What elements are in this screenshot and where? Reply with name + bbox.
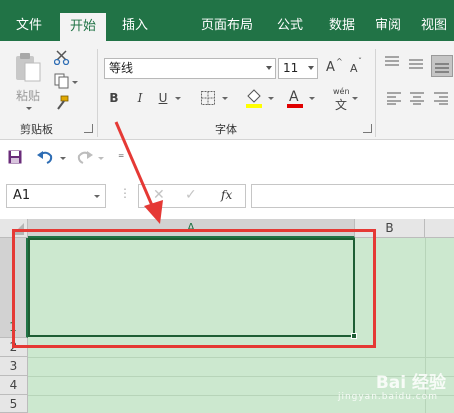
name-box-dropdown-icon[interactable] [94, 195, 100, 198]
tab-view[interactable]: 视图 [414, 11, 454, 41]
underline-button[interactable]: U [155, 89, 171, 107]
undo-dropdown-icon[interactable] [60, 157, 66, 160]
formula-input[interactable] [251, 184, 454, 208]
redo-icon[interactable] [76, 149, 94, 165]
caret-up-icon: ^ [336, 57, 343, 66]
align-top-icon[interactable] [384, 55, 400, 69]
ribbon-tab-bar: 文件 开始 插入 页面布局 公式 数据 审阅 视图 [0, 0, 454, 41]
underline-dropdown-icon[interactable] [175, 97, 181, 100]
shrink-font-button[interactable]: A [350, 62, 358, 75]
tab-page-layout[interactable]: 页面布局 [194, 11, 260, 41]
grow-font-button[interactable]: A [326, 60, 335, 75]
align-middle-icon[interactable] [408, 57, 424, 71]
font-name-combo[interactable]: 等线 [104, 58, 276, 79]
align-center-icon[interactable] [409, 91, 425, 105]
tab-insert[interactable]: 插入 [112, 11, 158, 41]
redo-dropdown-icon[interactable] [98, 157, 104, 160]
excel-window: 文件 开始 插入 页面布局 公式 数据 审阅 视图 粘贴 剪贴板 等线 11 A… [0, 0, 454, 413]
cut-icon[interactable] [54, 49, 70, 65]
quick-access-toolbar: ₌ [0, 141, 454, 173]
bold-button[interactable]: B [106, 89, 122, 107]
fill-color-icon[interactable] [244, 87, 264, 109]
save-icon[interactable] [8, 150, 22, 164]
tab-file[interactable]: 文件 [6, 11, 52, 41]
font-name-value: 等线 [109, 61, 134, 75]
copy-icon[interactable] [54, 73, 70, 89]
tab-review[interactable]: 审阅 [368, 11, 408, 41]
borders-dropdown-icon[interactable] [222, 97, 228, 100]
gridline [28, 357, 454, 358]
insert-function-button[interactable]: fx [221, 188, 232, 202]
font-group-label: 字体 [215, 123, 237, 136]
font-size-combo[interactable]: 11 [278, 58, 318, 79]
clipboard-group-label: 剪贴板 [20, 123, 53, 136]
name-box-value: A1 [13, 188, 31, 203]
watermark-brand: Bai 经验 [375, 373, 446, 393]
tab-home[interactable]: 开始 [60, 13, 106, 41]
enter-icon[interactable]: ✓ [185, 187, 197, 203]
undo-icon[interactable] [36, 149, 54, 165]
align-left-icon[interactable] [386, 91, 402, 105]
annotation-highlight-box [12, 229, 376, 348]
tab-data[interactable]: 数据 [322, 11, 362, 41]
row-header-3[interactable]: 3 [0, 357, 28, 376]
phonetic-guide-button[interactable]: 文 [335, 96, 347, 113]
svg-text:A: A [289, 89, 299, 105]
font-color-dropdown-icon[interactable] [309, 97, 315, 100]
paste-button-label[interactable]: 粘贴 [16, 87, 40, 104]
paste-dropdown-icon[interactable] [26, 107, 32, 110]
ribbon-home: 粘贴 剪贴板 等线 11 A ^ A ˇ B I U A wén 文 字体 [0, 41, 454, 140]
font-dialog-launcher[interactable] [363, 124, 372, 133]
align-right-icon[interactable] [433, 91, 449, 105]
paste-icon[interactable] [14, 51, 42, 83]
tab-formulas[interactable]: 公式 [270, 11, 310, 41]
phonetic-top-label: wén [333, 87, 350, 96]
fill-color-dropdown-icon[interactable] [268, 97, 274, 100]
align-bottom-icon [435, 63, 449, 73]
caret-down-icon: ˇ [358, 57, 362, 66]
row-header-5[interactable]: 5 [0, 395, 28, 413]
group-divider [375, 49, 376, 137]
row-header-4[interactable]: 4 [0, 376, 28, 395]
watermark-url: jingyan.baidu.com [337, 392, 438, 402]
chevron-down-icon [308, 66, 314, 70]
phonetic-dropdown-icon[interactable] [352, 97, 358, 100]
name-box[interactable]: A1 [6, 184, 106, 208]
font-color-icon[interactable]: A [285, 87, 305, 109]
borders-icon[interactable] [200, 90, 216, 106]
annotation-arrow-icon [114, 121, 163, 224]
font-size-value: 11 [283, 61, 299, 75]
format-painter-icon[interactable] [54, 95, 70, 111]
align-bottom-button[interactable] [431, 55, 453, 77]
copy-dropdown-icon[interactable] [72, 81, 78, 84]
italic-button[interactable]: I [132, 89, 148, 107]
group-divider [97, 49, 98, 137]
chevron-down-icon [266, 66, 272, 70]
clipboard-dialog-launcher[interactable] [84, 124, 93, 133]
